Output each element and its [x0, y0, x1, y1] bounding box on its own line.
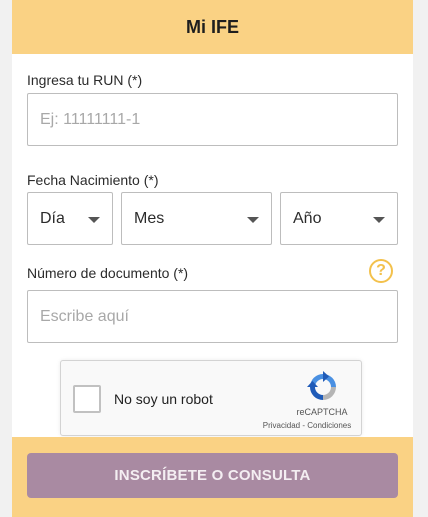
- submit-button[interactable]: INSCRÍBETE O CONSULTA: [27, 453, 398, 498]
- day-select[interactable]: Día: [27, 192, 113, 245]
- run-input[interactable]: [27, 93, 398, 146]
- year-select[interactable]: Año: [280, 192, 398, 245]
- chevron-down-icon: [88, 216, 100, 223]
- document-label: Número de documento (*): [27, 265, 189, 281]
- birthdate-label: Fecha Nacimiento (*): [27, 172, 159, 188]
- document-number-input[interactable]: [27, 290, 398, 343]
- recaptcha-logo-icon: [307, 371, 336, 400]
- recaptcha-links[interactable]: Privacidad - Condiciones: [257, 421, 357, 430]
- month-select[interactable]: Mes: [121, 192, 272, 245]
- recaptcha-widget: No soy un robot reCAPTCHA Privacidad - C…: [60, 360, 362, 436]
- recaptcha-brand: reCAPTCHA: [296, 407, 348, 417]
- year-select-value: Año: [293, 209, 322, 227]
- day-select-value: Día: [40, 209, 65, 227]
- form-header: Mi IFE: [12, 0, 413, 54]
- recaptcha-checkbox[interactable]: [73, 385, 101, 413]
- recaptcha-label: No soy un robot: [114, 391, 213, 407]
- page-title: Mi IFE: [186, 16, 239, 37]
- form-footer: INSCRÍBETE O CONSULTA: [12, 437, 413, 517]
- run-label: Ingresa tu RUN (*): [27, 72, 143, 88]
- question-circle-icon[interactable]: ?: [369, 259, 393, 283]
- chevron-down-icon: [373, 216, 385, 223]
- chevron-down-icon: [247, 216, 259, 223]
- month-select-value: Mes: [134, 209, 165, 227]
- ife-form-card: Mi IFE Ingresa tu RUN (*) Fecha Nacimien…: [12, 0, 413, 517]
